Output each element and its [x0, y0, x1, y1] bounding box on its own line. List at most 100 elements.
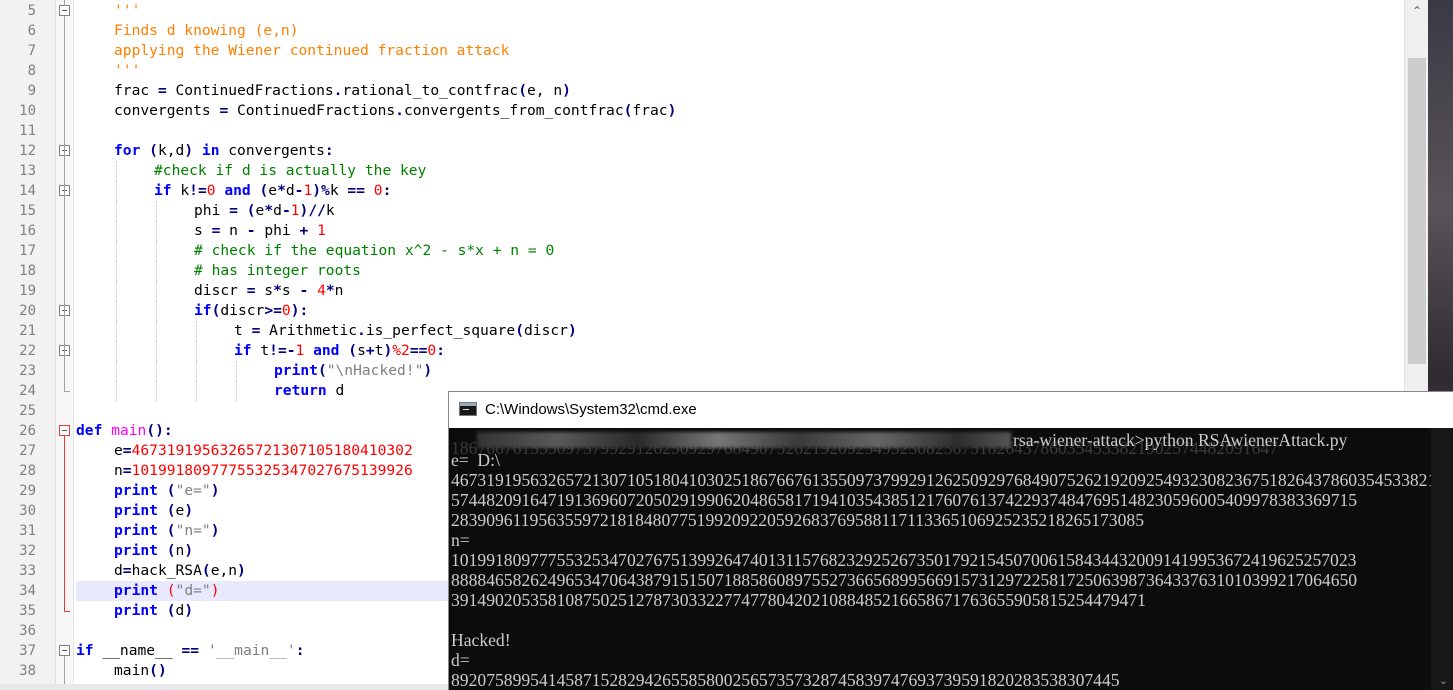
indent-guide [156, 201, 157, 221]
code-token: ( [515, 322, 524, 339]
code-line[interactable]: s = n - phi + 1 [194, 221, 326, 241]
code-token: 4 [317, 282, 326, 299]
code-token: ) [184, 502, 194, 519]
code-line[interactable]: if(discr>=0): [194, 301, 308, 321]
code-token: if [194, 302, 212, 319]
line-number: 6 [27, 23, 36, 39]
code-line[interactable]: t = Arithmetic.is_perfect_square(discr) [234, 321, 577, 341]
fold-toggle-icon[interactable] [59, 425, 70, 436]
code-line[interactable]: main() [114, 661, 167, 681]
code-line[interactable]: Finds d knowing (e,n) [114, 21, 299, 41]
code-token: print [274, 362, 318, 379]
line-number: 19 [19, 283, 36, 299]
terminal-line: 8888465826249653470643879151507188586089… [451, 570, 1358, 590]
terminal-line: 1019918097775532534702767513992647401311… [451, 550, 1357, 570]
code-token: k [325, 202, 335, 219]
prompt-drive: D:\ [477, 450, 500, 470]
fold-toggle-icon[interactable] [59, 5, 70, 16]
line-number: 10 [19, 103, 36, 119]
code-line[interactable]: if k!=0 and (e*d-1)%k == 0: [154, 181, 391, 201]
code-line[interactable]: discr = s*s - 4*n [194, 281, 343, 301]
code-line[interactable]: e=46731919563265721307105180410302 [114, 441, 413, 461]
line-number: 26 [19, 423, 36, 439]
code-token: applying the Wiener continued fraction a… [114, 42, 510, 59]
code-line[interactable]: ''' [114, 61, 140, 81]
scrollbar-thumb[interactable] [1408, 58, 1426, 364]
code-token: . [395, 102, 404, 119]
line-number: 20 [19, 303, 36, 319]
indent-guide [116, 201, 117, 221]
cmd-scrollbar[interactable]: ⌄ [1431, 428, 1453, 690]
code-token: print [114, 482, 158, 499]
code-token: e [268, 182, 278, 199]
code-token: ): [290, 302, 309, 319]
code-token: ) [184, 602, 194, 619]
code-token: )% [312, 182, 330, 199]
code-line[interactable]: if t!=-1 and (s+t)%2==0: [234, 341, 445, 361]
code-line[interactable]: def main(): [76, 421, 173, 441]
code-token: . [357, 322, 366, 339]
code-line[interactable]: d=hack_RSA(e,n) [114, 561, 246, 581]
code-token: 0 [281, 302, 291, 319]
indent-guide [116, 221, 117, 241]
line-number: 11 [19, 123, 36, 139]
line-number: 24 [19, 383, 36, 399]
code-token: e [114, 442, 123, 459]
indent-guide [236, 381, 237, 401]
code-token: == [181, 642, 200, 659]
code-token: ) [667, 102, 677, 119]
code-line[interactable]: frac = ContinuedFractions.rational_to_co… [114, 81, 571, 101]
code-token: 1 [295, 342, 305, 359]
line-number: 31 [19, 523, 36, 539]
code-token: convergents_from_contfrac [403, 102, 624, 119]
code-token: ( [259, 182, 269, 199]
code-line[interactable]: # has integer roots [194, 261, 361, 281]
scroll-up-icon[interactable]: ⌃ [1405, 0, 1428, 22]
code-line[interactable]: print (n) [114, 541, 193, 561]
line-number: 21 [19, 323, 36, 339]
terminal-line: d= [451, 650, 470, 670]
code-line[interactable]: n=10199180977755325347027675139926 [114, 461, 413, 481]
code-line[interactable]: #check if d is actually the key [154, 161, 426, 181]
code-line[interactable]: print ("n=") [114, 521, 219, 541]
line-number: 22 [19, 343, 36, 359]
code-line[interactable]: return d [274, 381, 344, 401]
code-token: = [122, 462, 132, 479]
code-line[interactable]: for (k,d) in convergents: [114, 141, 334, 161]
indent-guide [156, 221, 157, 241]
code-line[interactable]: print ("e=") [114, 481, 219, 501]
code-token: convergents [114, 102, 220, 119]
code-token: - [299, 282, 309, 299]
code-token: s [281, 282, 300, 299]
code-token: == [347, 182, 365, 199]
code-token: if [76, 642, 94, 659]
code-token: #check if d is actually the key [154, 162, 427, 179]
code-token: ( [518, 82, 527, 99]
code-token: e,n [210, 562, 238, 579]
fold-end [64, 391, 70, 392]
code-line[interactable]: phi = (e*d-1)//k [194, 201, 335, 221]
code-token: 0 [373, 182, 383, 199]
scroll-down-icon[interactable]: ⌄ [1439, 674, 1448, 687]
code-token: t [251, 342, 270, 359]
fold-toggle-icon[interactable] [59, 645, 70, 656]
code-token: = [122, 562, 132, 579]
code-line[interactable]: print("\nHacked!") [274, 361, 432, 381]
code-token: : [436, 342, 445, 359]
line-number: 15 [19, 203, 36, 219]
terminal-output[interactable]: 1867667613550973799291262509297684907526… [451, 430, 1453, 690]
code-line[interactable]: if __name__ == '__main__': [76, 641, 305, 661]
code-line[interactable]: print (d) [114, 601, 193, 621]
code-line[interactable]: print (e) [114, 501, 193, 521]
code-line[interactable]: # check if the equation x^2 - s*x + n = … [194, 241, 554, 261]
cmd-window[interactable]: C:\Windows\System32\cmd.exe 186766761355… [448, 391, 1453, 690]
code-token: ''' [114, 62, 141, 79]
code-line[interactable]: ''' [114, 1, 140, 21]
code-line[interactable]: convergents = ContinuedFractions.converg… [114, 101, 676, 121]
line-number: 27 [19, 443, 36, 459]
code-token: = [157, 82, 167, 99]
code-line[interactable]: print ("d=") [114, 581, 219, 601]
cmd-titlebar[interactable]: C:\Windows\System32\cmd.exe [449, 392, 1453, 428]
code-line[interactable]: applying the Wiener continued fraction a… [114, 41, 509, 61]
